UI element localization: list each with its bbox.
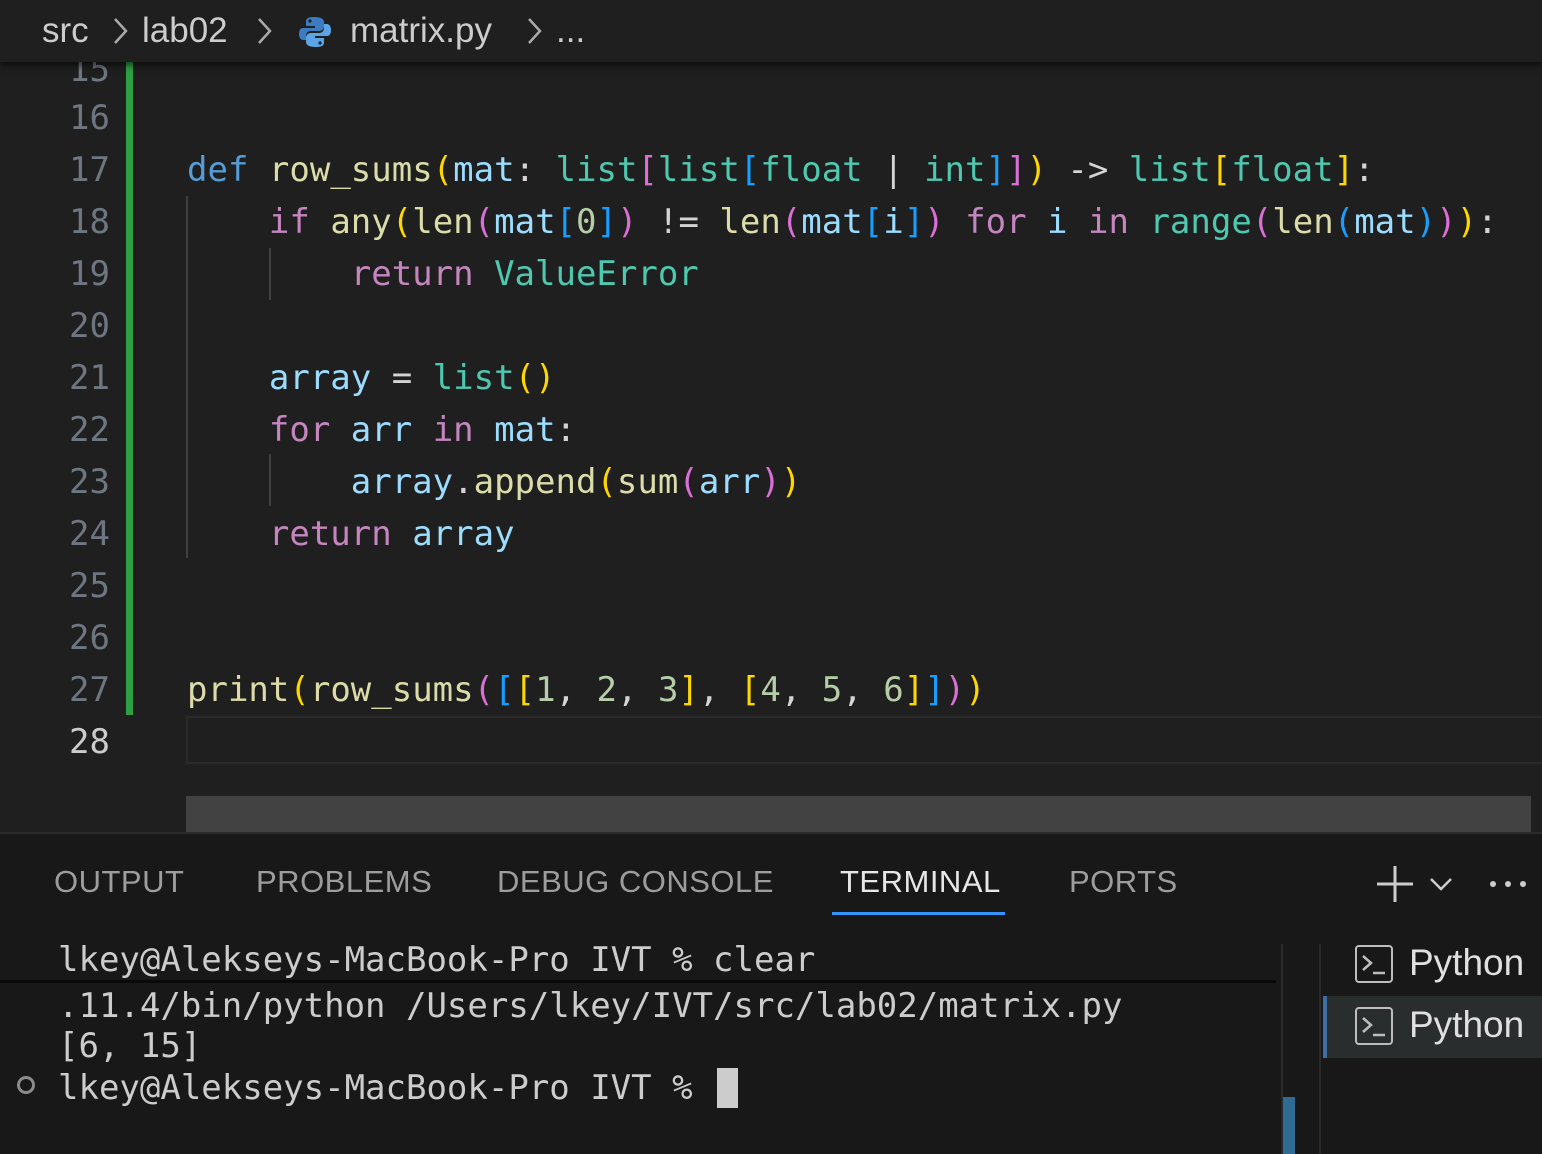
terminal-instance-label: Python: [1409, 1004, 1525, 1045]
line-number: 23: [69, 462, 110, 502]
line-number: 20: [69, 306, 110, 346]
line-number: 25: [69, 566, 110, 606]
terminal-instance-label: Python: [1409, 942, 1525, 983]
terminal-instance-2[interactable]: Python: [1323, 996, 1542, 1058]
line-number: 19: [69, 254, 110, 294]
code-line: array.append(sum(arr)): [350, 462, 802, 502]
sticky-scroll-divider: [0, 980, 1276, 983]
chevron-right-icon: [528, 18, 542, 44]
code-line: print(row_sums([[1, 2, 3], [4, 5, 6]])): [187, 670, 986, 710]
chevron-right-icon: [114, 18, 128, 44]
line-number: 22: [69, 410, 110, 450]
breadcrumb-item-src[interactable]: src: [42, 10, 89, 52]
python-icon: [299, 17, 331, 47]
tab-terminal[interactable]: TERMINAL: [840, 864, 1001, 900]
breadcrumb-item-more[interactable]: ...: [556, 10, 585, 52]
horizontal-scrollbar[interactable]: [186, 796, 1531, 832]
add-terminal-icon[interactable]: [1374, 863, 1416, 905]
chevron-right-icon: [258, 18, 272, 44]
code-line: return ValueError: [350, 254, 699, 294]
code-line: if any(len(mat[0]) != len(mat[i]) for i …: [268, 202, 1498, 242]
breadcrumb-item-file[interactable]: matrix.py: [350, 10, 492, 52]
line-number: 24: [69, 514, 110, 554]
line-number-active: 28: [69, 722, 110, 762]
terminal-line: lkey@Alekseys-MacBook-Pro IVT % clear: [58, 944, 816, 980]
terminal-icon: [1355, 945, 1393, 983]
code-line: array = list(): [268, 358, 556, 398]
terminal-prompt: lkey@Alekseys-MacBook-Pro IVT %: [58, 1068, 714, 1108]
terminal-line: .11.4/bin/python /Users/lkey/IVT/src/lab…: [58, 986, 1123, 1026]
tab-ports[interactable]: PORTS: [1069, 864, 1178, 900]
line-number: 26: [69, 618, 110, 658]
more-actions-icon[interactable]: [1488, 878, 1528, 890]
active-tab-indicator: [832, 912, 1005, 915]
line-number: 27: [69, 670, 110, 710]
line-number: 21: [69, 358, 110, 398]
terminal-scrollbar-thumb[interactable]: [1283, 1097, 1295, 1154]
terminal-prompt-line: lkey@Alekseys-MacBook-Pro IVT %: [58, 1068, 739, 1108]
breadcrumb: src lab02 matrix.py ...: [0, 0, 1542, 62]
chevron-down-icon[interactable]: [1428, 874, 1454, 894]
code-line: return array: [268, 514, 515, 554]
terminal-instance-1[interactable]: Python: [1323, 934, 1542, 996]
terminal-icon: [1355, 1007, 1393, 1045]
line-number: 16: [69, 98, 110, 138]
code-line: def row_sums(mat: list[list[float | int]…: [187, 150, 1375, 190]
terminal-cursor: [717, 1068, 739, 1108]
tab-output[interactable]: OUTPUT: [54, 864, 184, 900]
code-line: for arr in mat:: [268, 410, 577, 450]
terminal-line: [6, 15]: [58, 1026, 202, 1066]
terminal-output[interactable]: lkey@Alekseys-MacBook-Pro IVT % clear .1…: [0, 944, 1280, 1154]
bottom-panel: OUTPUT PROBLEMS DEBUG CONSOLE TERMINAL P…: [0, 832, 1542, 1154]
command-decoration-icon[interactable]: [17, 1076, 35, 1094]
tab-debug-console[interactable]: DEBUG CONSOLE: [497, 864, 774, 900]
line-number: 17: [69, 150, 110, 190]
line-number: 18: [69, 202, 110, 242]
code-editor[interactable]: 15 16 17 def row_sums(mat: list[list[flo…: [0, 62, 1542, 832]
line-number: 15: [69, 62, 110, 90]
breadcrumb-item-lab02[interactable]: lab02: [142, 10, 228, 52]
tab-problems[interactable]: PROBLEMS: [256, 864, 432, 900]
